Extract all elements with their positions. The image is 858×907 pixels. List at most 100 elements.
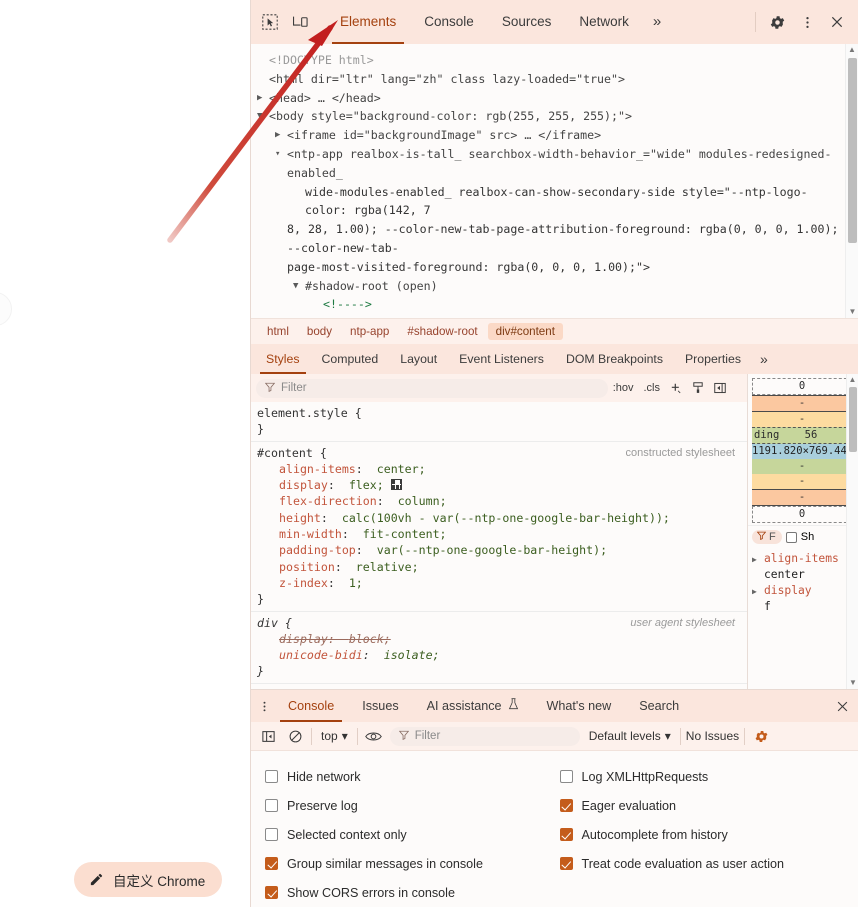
console-sidebar-icon[interactable] bbox=[257, 726, 279, 747]
box-model-padding-bottom[interactable]: - bbox=[752, 459, 852, 474]
tab-computed[interactable]: Computed bbox=[311, 344, 390, 374]
computed-styles-icon[interactable] bbox=[687, 378, 709, 398]
box-model-content-size[interactable]: 1191.820×769.446 bbox=[752, 444, 852, 459]
style-property[interactable]: align-items: center; bbox=[257, 461, 747, 477]
setting-selected-context-only[interactable]: Selected context only bbox=[265, 820, 550, 849]
tab-network[interactable]: Network bbox=[565, 0, 643, 44]
box-model-diagram[interactable]: 0 - - ding 56 1191.820×769.446 - - - 0 bbox=[748, 374, 858, 525]
tree-line-head[interactable]: ▶<head> … </head> bbox=[251, 89, 845, 108]
box-model-padding-value-row[interactable]: ding 56 bbox=[752, 427, 852, 444]
breadcrumb-item-div-content[interactable]: div#content bbox=[488, 323, 563, 340]
customize-chrome-button[interactable]: 自定义 Chrome bbox=[74, 862, 222, 897]
style-property[interactable]: display: block; bbox=[257, 631, 747, 647]
setting-eager-evaluation[interactable]: Eager evaluation bbox=[560, 791, 845, 820]
scroll-down-icon[interactable]: ▼ bbox=[847, 677, 858, 689]
expand-triangle-icon[interactable]: ▶ bbox=[275, 126, 280, 145]
expand-triangle-icon[interactable]: ▶ bbox=[257, 89, 262, 108]
style-rule-inherited-cut[interactable]: Inherited from #shadow-root (...) bbox=[251, 684, 747, 689]
style-rule-element-style[interactable]: element.style { } bbox=[251, 402, 747, 442]
expand-triangle-icon[interactable]: ▶ bbox=[752, 584, 757, 600]
setting-show-cors-errors[interactable]: Show CORS errors in console bbox=[265, 878, 550, 907]
computed-property[interactable]: ▶ display f bbox=[752, 583, 854, 615]
tab-styles[interactable]: Styles bbox=[255, 344, 311, 374]
drawer-tab-console[interactable]: Console bbox=[274, 690, 348, 722]
checkbox[interactable] bbox=[560, 828, 573, 841]
box-model-margin-top[interactable]: 0 bbox=[752, 378, 852, 395]
checkbox[interactable] bbox=[560, 857, 573, 870]
close-icon[interactable] bbox=[823, 8, 851, 36]
breadcrumb-item-shadow-root[interactable]: #shadow-root bbox=[399, 323, 485, 340]
checkbox[interactable] bbox=[265, 886, 278, 899]
computed-filter-input[interactable]: F bbox=[752, 530, 782, 544]
tree-line-iframe[interactable]: ▶<iframe id="backgroundImage" src> … </i… bbox=[251, 126, 845, 145]
style-property[interactable]: unicode-bidi: isolate; bbox=[257, 647, 747, 663]
box-model-margin-bottom[interactable]: 0 bbox=[752, 506, 852, 523]
cls-button[interactable]: .cls bbox=[639, 382, 666, 394]
inspect-element-icon[interactable] bbox=[256, 8, 284, 36]
tree-line-ntp-app[interactable]: ▾<ntp-app realbox-is-tall_ searchbox-wid… bbox=[251, 145, 845, 183]
drawer-close-icon[interactable] bbox=[826, 690, 858, 722]
style-property[interactable]: padding-top: var(--ntp-one-google-bar-he… bbox=[257, 542, 747, 558]
tree-line-html[interactable]: <html dir="ltr" lang="zh" class lazy-loa… bbox=[251, 70, 845, 89]
style-property[interactable]: min-width: fit-content; bbox=[257, 526, 747, 542]
style-property[interactable]: display: flex; bbox=[257, 477, 747, 493]
box-model-padding-value[interactable]: 56 bbox=[805, 429, 818, 441]
collapse-triangle-icon[interactable]: ▼ bbox=[257, 107, 262, 126]
style-property[interactable]: position: relative; bbox=[257, 559, 747, 575]
setting-preserve-log[interactable]: Preserve log bbox=[265, 791, 550, 820]
tab-elements[interactable]: Elements bbox=[326, 0, 410, 44]
setting-hide-network[interactable]: Hide network bbox=[265, 762, 550, 791]
setting-autocomplete-from-history[interactable]: Autocomplete from history bbox=[560, 820, 845, 849]
box-model-border-top[interactable]: - bbox=[752, 395, 852, 412]
console-settings-gear-icon[interactable] bbox=[750, 726, 772, 747]
console-levels-selector[interactable]: Default levels ▾ bbox=[585, 729, 675, 743]
show-all-checkbox[interactable] bbox=[786, 532, 797, 543]
breadcrumb-item-html[interactable]: html bbox=[259, 323, 297, 340]
styles-rules-list[interactable]: element.style { } constructed stylesheet… bbox=[251, 402, 747, 689]
setting-group-similar-messages[interactable]: Group similar messages in console bbox=[265, 849, 550, 878]
checkbox[interactable] bbox=[265, 770, 278, 783]
computed-property[interactable]: ▶ align-items center bbox=[752, 551, 854, 583]
computed-scrollbar[interactable]: ▲ ▼ bbox=[846, 374, 858, 689]
checkbox[interactable] bbox=[265, 799, 278, 812]
checkbox[interactable] bbox=[265, 857, 278, 870]
scrollbar-thumb[interactable] bbox=[849, 387, 857, 452]
computed-properties-list[interactable]: ▶ align-items center ▶ display f bbox=[748, 548, 858, 618]
scroll-down-icon[interactable]: ▼ bbox=[846, 306, 858, 318]
live-expression-icon[interactable] bbox=[363, 726, 385, 747]
tab-event-listeners[interactable]: Event Listeners bbox=[448, 344, 555, 374]
drawer-tab-ai-assistance[interactable]: AI assistance bbox=[413, 690, 533, 722]
clear-console-icon[interactable] bbox=[284, 726, 306, 747]
hov-button[interactable]: :hov bbox=[608, 382, 639, 394]
breadcrumb-item-ntp-app[interactable]: ntp-app bbox=[342, 323, 397, 340]
checkbox[interactable] bbox=[560, 799, 573, 812]
toggle-sidebar-icon[interactable] bbox=[709, 378, 731, 398]
drawer-tab-search[interactable]: Search bbox=[625, 690, 693, 722]
drawer-tab-issues[interactable]: Issues bbox=[348, 690, 412, 722]
more-tabs-button[interactable]: » bbox=[643, 0, 671, 44]
checkbox[interactable] bbox=[560, 770, 573, 783]
styles-filter-input[interactable]: Filter bbox=[256, 379, 608, 398]
scrollbar-thumb[interactable] bbox=[848, 58, 857, 243]
tab-dom-breakpoints[interactable]: DOM Breakpoints bbox=[555, 344, 674, 374]
tree-line-shadow-root[interactable]: ▼#shadow-root (open) bbox=[251, 277, 845, 296]
tab-sources[interactable]: Sources bbox=[488, 0, 566, 44]
drawer-tab-whats-new[interactable]: What's new bbox=[533, 690, 626, 722]
gear-icon[interactable] bbox=[763, 8, 791, 36]
tab-console[interactable]: Console bbox=[410, 0, 488, 44]
add-style-rule-icon[interactable] bbox=[665, 378, 687, 398]
scroll-up-icon[interactable]: ▲ bbox=[847, 374, 858, 386]
box-model-border-bottom-pad[interactable]: - bbox=[752, 474, 852, 489]
device-toolbar-icon[interactable] bbox=[286, 8, 314, 36]
flex-editor-icon[interactable] bbox=[391, 479, 402, 490]
console-filter-input[interactable]: Filter bbox=[390, 727, 580, 746]
style-property[interactable]: flex-direction: column; bbox=[257, 493, 747, 509]
style-rule-div-ua[interactable]: user agent stylesheet div { display: blo… bbox=[251, 612, 747, 684]
collapse-triangle-icon[interactable]: ▾ bbox=[275, 145, 280, 164]
more-options-icon[interactable] bbox=[793, 8, 821, 36]
tree-line-body[interactable]: ▼<body style="background-color: rgb(255,… bbox=[251, 107, 845, 126]
expand-triangle-icon[interactable]: ▶ bbox=[752, 552, 757, 568]
setting-log-xhr[interactable]: Log XMLHttpRequests bbox=[560, 762, 845, 791]
styles-more-tabs-button[interactable]: » bbox=[752, 344, 776, 374]
drawer-more-icon[interactable] bbox=[254, 694, 274, 718]
